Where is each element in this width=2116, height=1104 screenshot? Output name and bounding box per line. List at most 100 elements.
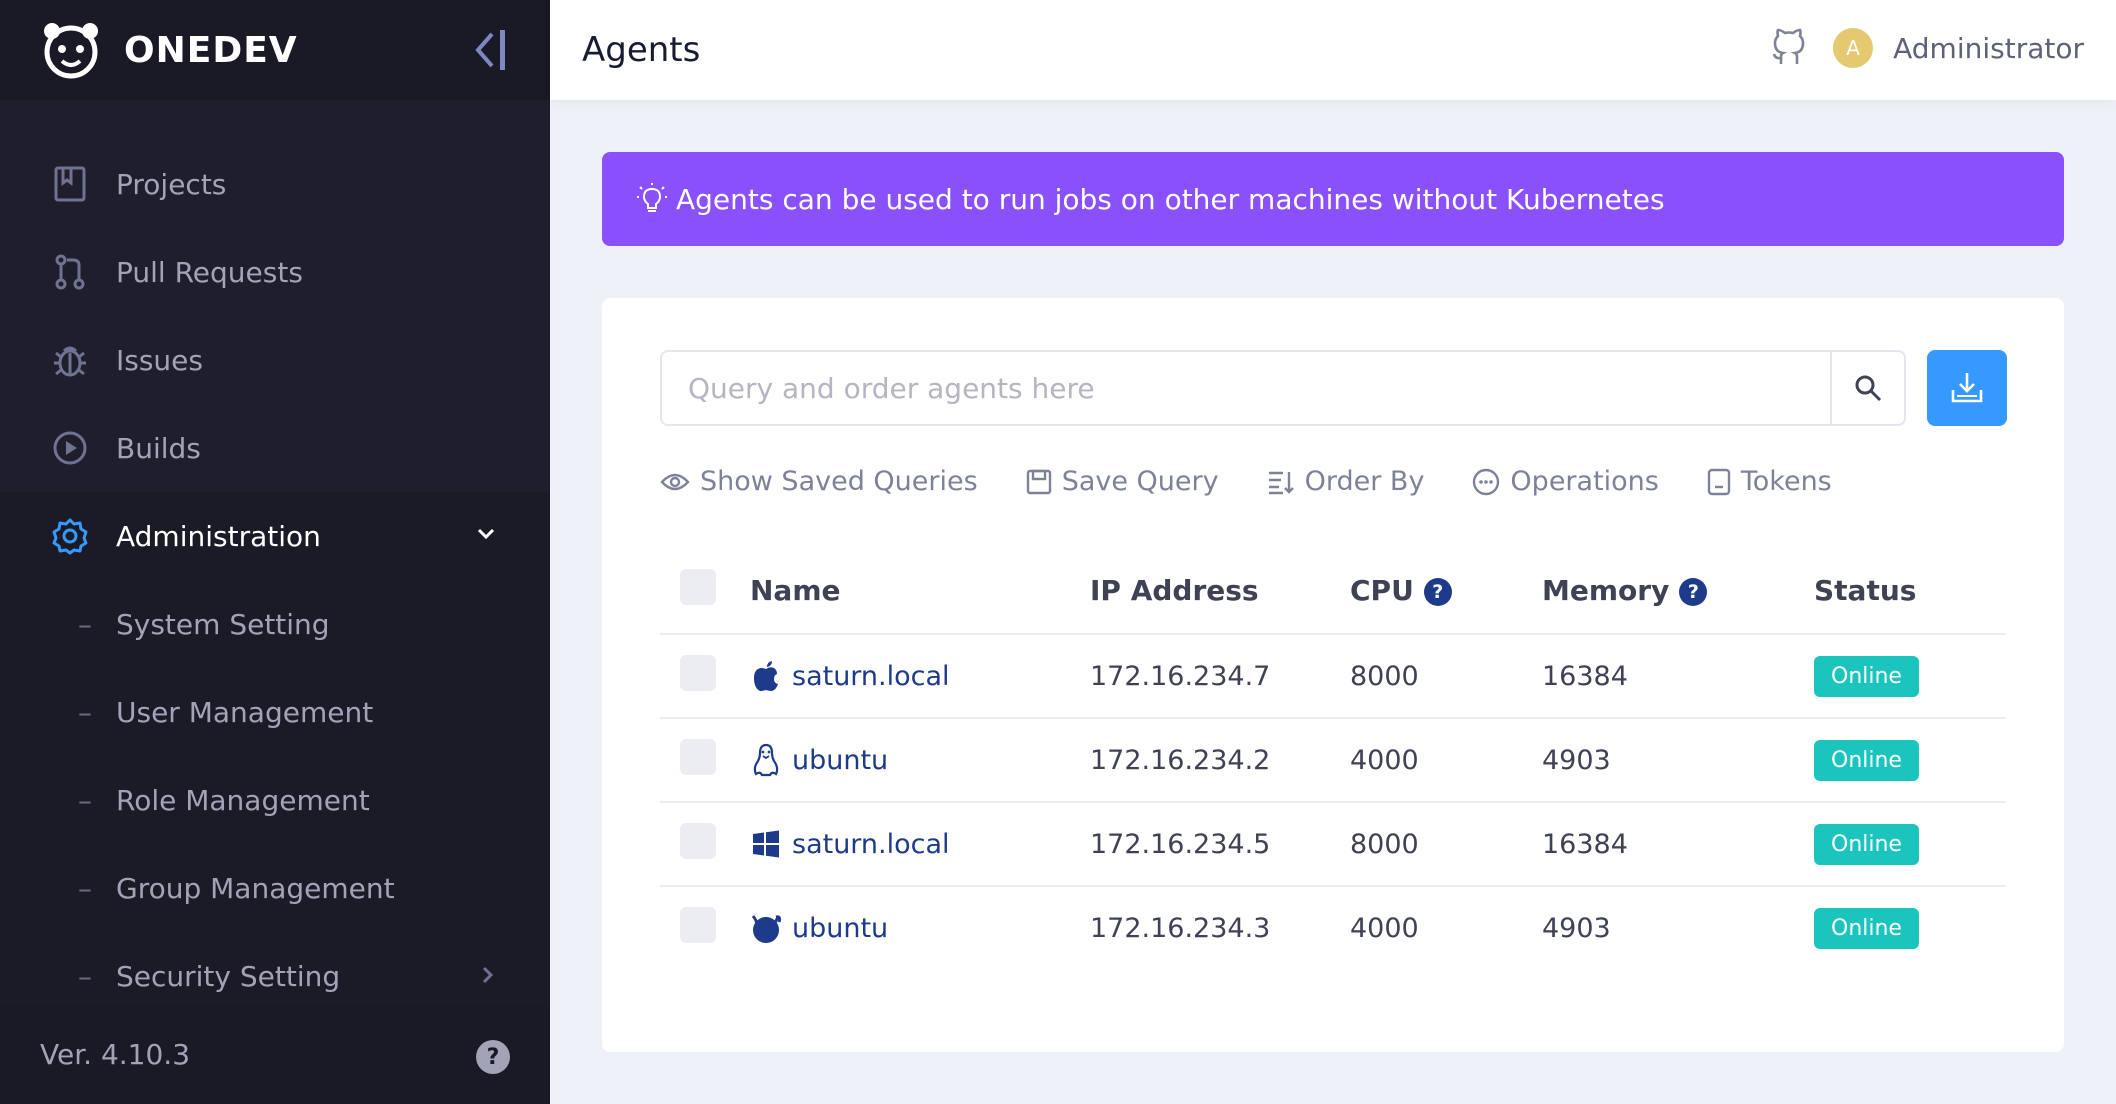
cpu-help-icon[interactable]: ? [1423, 578, 1452, 606]
operations-button[interactable]: Operations [1472, 466, 1659, 497]
sidebar-item-label: Projects [116, 167, 227, 201]
sidebar-subitem-role-management[interactable]: – Role Management [0, 756, 550, 844]
onedev-logo-icon [44, 23, 98, 79]
search-input[interactable] [662, 352, 1830, 424]
freebsd-icon [750, 913, 782, 945]
pull-request-icon [50, 252, 90, 292]
agent-ip: 172.16.234.7 [1090, 634, 1350, 719]
agent-name-link[interactable]: ubuntu [750, 743, 1090, 777]
agent-cpu: 8000 [1350, 802, 1542, 887]
sidebar-subitem-group-management[interactable]: – Group Management [0, 844, 550, 932]
table-row: ubuntu 172.16.234.2 4000 4903 Online [660, 718, 2006, 803]
sidebar-subitem-user-management[interactable]: – User Management [0, 668, 550, 756]
search-button[interactable] [1830, 352, 1904, 424]
sidebar-subitem-label: Security Setting [116, 959, 341, 993]
sidebar-item-projects[interactable]: Projects [0, 140, 550, 228]
agent-name-link[interactable]: saturn.local [750, 828, 1090, 860]
avatar[interactable]: A [1833, 28, 1874, 68]
eye-icon [660, 473, 690, 490]
brand-name: ONEDEV [124, 29, 298, 71]
query-actions: Show Saved Queries Save Query Order By O… [660, 466, 1880, 497]
operations-label: Operations [1510, 466, 1659, 497]
save-query-label: Save Query [1061, 466, 1219, 497]
row-checkbox[interactable] [680, 907, 716, 943]
sidebar-item-issues[interactable]: Issues [0, 316, 550, 404]
sidebar-item-label: Administration [116, 519, 321, 553]
row-checkbox[interactable] [680, 654, 716, 691]
github-icon[interactable] [1771, 28, 1807, 68]
search-box [660, 350, 1906, 426]
agent-memory: 4903 [1542, 913, 1611, 944]
sidebar-subitem-label: Group Management [116, 871, 395, 905]
sidebar-footer: Ver. 4.10.3 ? [0, 1004, 550, 1104]
sidebar-item-administration[interactable]: Administration [0, 492, 550, 580]
user-name[interactable]: Administrator [1893, 32, 2084, 65]
sidebar-item-label: Pull Requests [116, 255, 303, 289]
play-circle-icon [50, 428, 90, 468]
tokens-label: Tokens [1740, 466, 1832, 497]
row-checkbox[interactable] [680, 822, 716, 859]
row-checkbox[interactable] [680, 738, 716, 775]
collapse-sidebar-icon[interactable] [470, 28, 510, 72]
status-badge: Online [1814, 823, 1919, 865]
column-header-cpu[interactable]: CPU? [1350, 548, 1542, 635]
agent-cpu: 4000 [1350, 913, 1419, 944]
column-header-status[interactable]: Status [1814, 548, 2006, 635]
agent-cpu: 8000 [1350, 634, 1542, 719]
table-row: ubuntu 172.16.234.3 4000 4903 Online [660, 886, 2006, 970]
agent-ip: 172.16.234.2 [1090, 718, 1350, 803]
sort-icon [1268, 471, 1294, 494]
windows-icon [750, 828, 782, 860]
sidebar-item-label: Issues [116, 343, 203, 377]
agent-ip: 172.16.234.5 [1090, 802, 1350, 887]
sidebar-item-pull-requests[interactable]: Pull Requests [0, 228, 550, 316]
sidebar-nav: Projects Pull Requests Issues Builds Adm… [0, 100, 550, 1020]
tokens-button[interactable]: Tokens [1707, 466, 1832, 497]
agent-memory: 4903 [1542, 718, 1814, 803]
select-all-checkbox[interactable] [680, 569, 716, 605]
sidebar-subitem-label: System Setting [116, 607, 330, 641]
sidebar-subitem-system-setting[interactable]: – System Setting [0, 580, 550, 668]
chevron-right-icon [482, 966, 494, 984]
sidebar-item-label: Builds [116, 431, 201, 465]
sidebar: ONEDEV Projects Pull Requests Issues Bui… [0, 0, 550, 1104]
gear-icon [50, 516, 90, 556]
column-header-ip[interactable]: IP Address [1090, 548, 1350, 635]
page-title: Agents [582, 30, 701, 70]
book-icon [50, 164, 90, 204]
help-icon[interactable]: ? [476, 1040, 510, 1074]
show-saved-queries-label: Show Saved Queries [700, 466, 978, 497]
memory-help-icon[interactable]: ? [1679, 578, 1708, 606]
version-label: Ver. 4.10.3 [40, 1037, 191, 1071]
table-header-row: Name IP Address CPU? Memory? Status [660, 548, 2006, 635]
apple-icon [750, 660, 782, 692]
save-query-button[interactable]: Save Query [1026, 466, 1219, 497]
order-by-button[interactable]: Order By [1267, 466, 1425, 497]
brand-header: ONEDEV [0, 0, 550, 100]
agents-table: Name IP Address CPU? Memory? Status satu… [660, 548, 2006, 970]
save-icon [1026, 469, 1051, 494]
export-button[interactable] [1927, 350, 2007, 426]
agent-cpu: 4000 [1350, 718, 1542, 803]
sidebar-item-builds[interactable]: Builds [0, 404, 550, 492]
show-saved-queries-button[interactable]: Show Saved Queries [660, 466, 978, 497]
column-header-memory[interactable]: Memory? [1542, 548, 1814, 635]
more-icon [1473, 468, 1500, 495]
status-badge: Online [1814, 908, 1919, 949]
table-row: saturn.local 172.16.234.5 8000 16384 Onl… [660, 802, 2006, 887]
sidebar-subitem-label: User Management [116, 695, 374, 729]
agent-name-link[interactable]: saturn.local [750, 660, 1090, 692]
info-banner: Agents can be used to run jobs on other … [602, 152, 2064, 246]
bug-icon [50, 340, 90, 380]
agent-memory: 16384 [1542, 802, 1814, 887]
column-header-name[interactable]: Name [750, 548, 1090, 635]
sidebar-subitem-label: Role Management [116, 783, 370, 817]
top-bar: Agents A Administrator [550, 0, 2116, 100]
agent-name-link[interactable]: ubuntu [750, 913, 1090, 945]
agent-memory: 16384 [1542, 634, 1814, 719]
order-by-label: Order By [1304, 466, 1425, 497]
agent-ip: 172.16.234.3 [1090, 913, 1271, 944]
search-icon [1855, 375, 1882, 402]
token-icon [1707, 468, 1731, 495]
chevron-down-icon [477, 528, 495, 540]
